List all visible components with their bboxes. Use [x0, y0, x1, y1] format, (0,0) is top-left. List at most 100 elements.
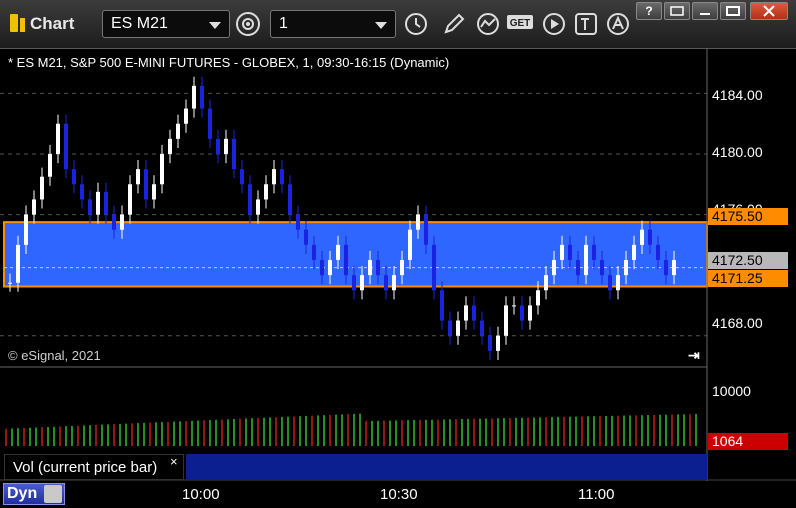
lock-icon[interactable]	[44, 485, 62, 503]
candle-body	[504, 305, 508, 336]
candle-body	[384, 275, 388, 291]
candle-body	[88, 199, 92, 215]
volume-panel-close-icon[interactable]: ×	[170, 454, 178, 469]
candle-body	[224, 138, 228, 154]
band-upper-tag: 4175.50	[708, 208, 788, 225]
candle-body	[240, 169, 244, 185]
candle-body	[128, 184, 132, 215]
candle-body	[72, 169, 76, 185]
candle-body	[152, 184, 156, 200]
candle-body	[352, 275, 356, 291]
studies-icon[interactable]	[474, 10, 502, 38]
candle-body	[424, 214, 428, 245]
candle-body	[536, 290, 540, 306]
title-bar: Chart ES M21 1 GET ?	[0, 0, 796, 49]
candle-body	[552, 260, 556, 276]
candle-body	[192, 85, 196, 109]
alert-icon[interactable]	[604, 10, 632, 38]
close-icon[interactable]	[750, 2, 788, 20]
minimize-icon[interactable]	[692, 2, 718, 20]
candle-body	[312, 244, 316, 260]
candle-body	[464, 305, 468, 321]
candle-body	[440, 290, 444, 321]
text-tool-icon[interactable]	[572, 10, 600, 38]
candle-body	[656, 244, 660, 260]
candle-body	[400, 260, 404, 276]
restore-icon[interactable]	[664, 2, 690, 20]
candle-body	[304, 229, 308, 245]
candle-body	[520, 305, 524, 321]
play-icon[interactable]	[540, 10, 568, 38]
symbol-selector[interactable]: ES M21	[102, 10, 230, 38]
maximize-icon[interactable]	[720, 2, 746, 20]
candle-body	[272, 169, 276, 185]
candle-body	[320, 260, 324, 276]
candle-body	[560, 244, 564, 260]
time-label: 10:00	[182, 486, 220, 503]
candle-body	[408, 229, 412, 260]
time-label: 11:00	[578, 486, 615, 503]
candle-body	[584, 244, 588, 276]
candle-body	[32, 199, 36, 215]
candle-body	[208, 108, 212, 139]
candle-body	[472, 305, 476, 321]
candle-body	[616, 275, 620, 291]
settings-icon[interactable]	[234, 10, 262, 38]
candle-body	[112, 214, 116, 230]
candle-body	[24, 214, 28, 245]
band-lower-tag: 4171.25	[708, 270, 788, 287]
candle-body	[632, 244, 636, 260]
candle-body	[480, 320, 484, 336]
candle-body	[136, 169, 140, 185]
candle-body	[448, 320, 452, 336]
get-data-icon[interactable]: GET	[506, 10, 534, 38]
candle-body	[528, 305, 532, 321]
candle-body	[416, 214, 420, 230]
price-tick: 4184.00	[712, 87, 763, 103]
candle-body	[488, 335, 492, 351]
interval-value: 1	[279, 15, 288, 32]
chart-header: * ES M21, S&P 500 E-MINI FUTURES - GLOBE…	[8, 55, 450, 70]
candle-body	[184, 108, 188, 124]
svg-text:GET: GET	[510, 18, 531, 29]
copyright-text: © eSignal, 2021	[8, 348, 101, 363]
candle-body	[328, 260, 332, 276]
volume-tick: 10000	[712, 383, 751, 399]
candle-body	[360, 275, 364, 291]
candle-body	[200, 85, 204, 109]
chart-canvas[interactable]	[0, 48, 796, 508]
candle-body	[392, 275, 396, 291]
candle-body	[592, 244, 596, 260]
candle-body	[216, 138, 220, 154]
candle-body	[368, 260, 372, 276]
price-tick: 4180.00	[712, 144, 763, 160]
help-button[interactable]: ?	[636, 2, 662, 20]
draw-pencil-icon[interactable]	[440, 10, 468, 38]
candle-body	[296, 214, 300, 230]
candle-body	[248, 184, 252, 215]
candle-body	[80, 184, 84, 200]
candle-body	[376, 260, 380, 276]
candle-body	[104, 191, 108, 215]
chevron-down-icon[interactable]	[209, 22, 221, 29]
candle-body	[456, 320, 460, 336]
candle-body	[64, 123, 68, 170]
candle-body	[544, 275, 548, 291]
interval-selector[interactable]: 1	[270, 10, 396, 38]
candle-body	[288, 184, 292, 215]
candle-body	[344, 244, 348, 276]
candle-body	[232, 138, 236, 170]
time-label: 10:30	[380, 486, 418, 503]
scroll-to-end-icon[interactable]: ⇥	[688, 347, 700, 364]
volume-tag: 1064	[708, 433, 788, 450]
candle-body	[48, 154, 52, 177]
chevron-down-icon[interactable]	[375, 22, 387, 29]
candle-body	[576, 260, 580, 276]
candle-body	[336, 244, 340, 260]
candle-body	[16, 244, 20, 283]
candle-body	[176, 123, 180, 139]
current-price-tag: 4172.50	[708, 252, 788, 269]
clock-icon[interactable]	[402, 10, 430, 38]
candle-body	[496, 335, 500, 351]
candle-body	[40, 176, 44, 200]
